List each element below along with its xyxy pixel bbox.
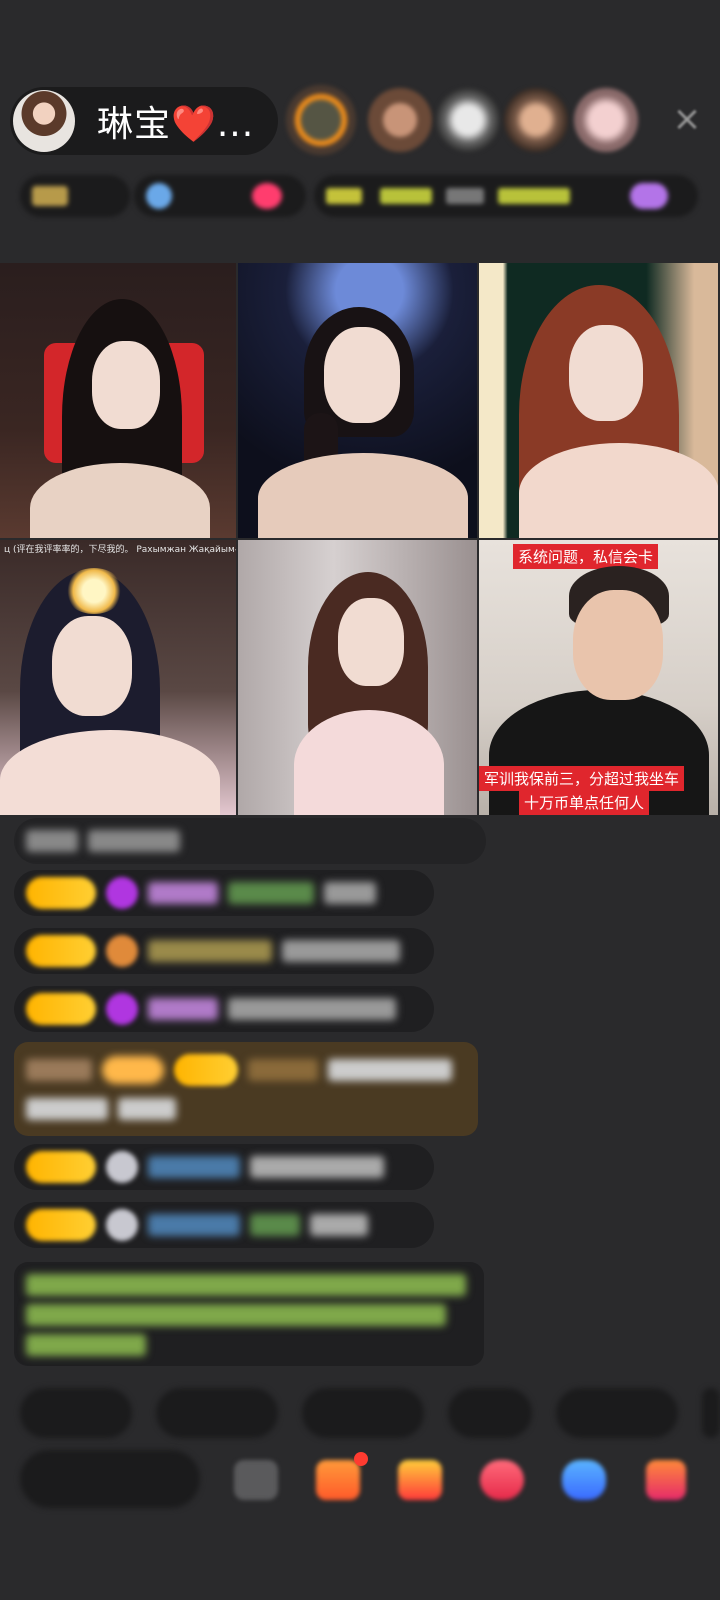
comment-input[interactable] (20, 1450, 200, 1508)
video-tile-4[interactable]: ц (评在我评率率的，下尽我的。 Рахымжан Жақайым-Сен (0, 540, 238, 817)
video-tile-1[interactable] (0, 263, 238, 540)
top-viewer-avatar-1[interactable] (286, 85, 356, 155)
chat-message-5-highlighted[interactable] (14, 1042, 478, 1136)
chat-message-3[interactable] (14, 928, 434, 974)
menu-icon[interactable] (234, 1460, 278, 1500)
quick-chip-2[interactable] (156, 1388, 278, 1438)
host-profile-pill[interactable]: 琳宝❤️... (10, 87, 278, 155)
top-viewer-avatar-4[interactable] (504, 88, 568, 152)
video-tile-5[interactable] (238, 540, 479, 817)
user-avatar (106, 1209, 138, 1241)
gem-badge (106, 877, 138, 909)
notification-dot (354, 1452, 368, 1466)
shop-icon[interactable] (316, 1460, 360, 1500)
quick-chip-5[interactable] (556, 1388, 678, 1438)
tile-6-top-banner: 系统问题，私信会卡 (513, 544, 659, 569)
badge-icon (106, 935, 138, 967)
host-avatar[interactable] (13, 90, 75, 152)
level-badge (26, 935, 96, 967)
close-icon[interactable]: × (668, 99, 706, 139)
chat-message-2[interactable] (14, 870, 434, 916)
chat-message-4[interactable] (14, 986, 434, 1032)
quick-chip-4[interactable] (448, 1388, 532, 1438)
gift-box-icon[interactable] (398, 1460, 442, 1500)
level-badge (26, 1209, 96, 1241)
popularity-tag[interactable] (134, 175, 306, 217)
quick-chip-6[interactable] (702, 1388, 720, 1438)
user-avatar (106, 1151, 138, 1183)
activity-tag[interactable] (314, 175, 698, 217)
tile-4-caption: ц (评在我评率率的，下尽我的。 Рахымжан Жақайым-Сен (4, 545, 236, 555)
tile-6-bottom-banner-2: 十万币单点任何人 (519, 790, 650, 815)
level-badge (26, 877, 96, 909)
chat-message-7[interactable] (14, 1202, 434, 1248)
system-notice-message (14, 1262, 484, 1366)
quick-chip-3[interactable] (302, 1388, 424, 1438)
chat-bubble-icon[interactable] (562, 1460, 606, 1500)
video-tile-3[interactable] (479, 263, 720, 540)
heart-gift-icon[interactable] (480, 1460, 524, 1500)
tile-6-bottom-banner-1: 军训我保前三，分超过我坐车 (479, 766, 685, 791)
top-viewer-avatar-3[interactable] (436, 88, 500, 152)
top-viewer-avatar-2[interactable] (368, 88, 432, 152)
level-badge (26, 1151, 96, 1183)
level-badge (174, 1054, 238, 1086)
quick-chip-1[interactable] (20, 1388, 132, 1438)
multi-guest-video-grid: ц (评在我评率率的，下尽我的。 Рахымжан Жақайым-Сен 系统… (0, 263, 720, 817)
host-name: 琳宝❤️... (97, 104, 255, 145)
video-tile-2[interactable] (238, 263, 479, 540)
gift-icon[interactable] (646, 1460, 686, 1500)
sparkle-effect (64, 568, 124, 614)
gem-badge (106, 993, 138, 1025)
chat-message-1[interactable] (14, 818, 486, 864)
level-badge (26, 993, 96, 1025)
chat-message-6[interactable] (14, 1144, 434, 1190)
rank-tag[interactable] (20, 175, 130, 217)
video-tile-6[interactable]: 系统问题，私信会卡 军训我保前三，分超过我坐车 十万币单点任何人 (479, 540, 720, 817)
top-viewer-avatar-5[interactable] (574, 88, 638, 152)
